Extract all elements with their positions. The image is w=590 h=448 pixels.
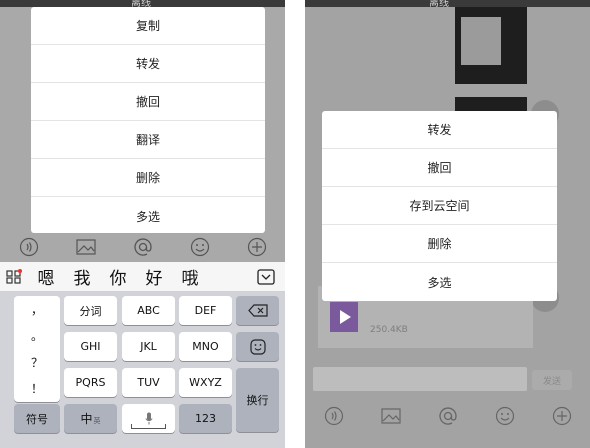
file-size: 250.4KB (370, 325, 408, 335)
menu-translate[interactable]: 翻译 (31, 121, 265, 159)
key-wxyz[interactable]: WXYZ (179, 368, 232, 397)
menu-recall[interactable]: 撤回 (322, 149, 557, 187)
menu-forward[interactable]: 转发 (322, 111, 557, 149)
message-context-menu: 复制 转发 撤回 翻译 删除 多选 (31, 7, 265, 233)
key-mno[interactable]: MNO (179, 332, 232, 361)
candidate-word[interactable]: 哦 (172, 264, 208, 289)
symbol-key[interactable]: 符号 (14, 404, 60, 433)
image-message-thumbnail[interactable] (455, 97, 527, 111)
punctuation-column[interactable]: ， 。 ？ ！ (14, 296, 60, 402)
lang-main-label: 中 (80, 412, 93, 426)
chat-toolbar (305, 404, 590, 432)
key-fenci[interactable]: 分词 (64, 296, 117, 325)
menu-recall[interactable]: 撤回 (31, 83, 265, 121)
backspace-icon (247, 304, 268, 317)
status-bar: 离线 (0, 0, 285, 9)
menu-multiselect[interactable]: 多选 (31, 197, 265, 235)
thumbnail-content (461, 17, 501, 65)
video-file-icon (330, 302, 358, 332)
punct-key[interactable]: ？ (14, 349, 60, 376)
mention-icon[interactable] (438, 406, 458, 430)
key-abc[interactable]: ABC (122, 296, 175, 325)
space-bar-indicator (131, 424, 166, 429)
image-message-thumbnail[interactable] (455, 7, 527, 84)
candidate-word[interactable]: 我 (64, 264, 100, 289)
key-pqrs[interactable]: PQRS (64, 368, 117, 397)
image-icon[interactable] (380, 408, 401, 428)
numeric-key[interactable]: 123 (179, 404, 232, 433)
enter-key[interactable]: 换行 (236, 368, 279, 432)
file-context-menu: 转发 撤回 存到云空间 删除 多选 (322, 111, 557, 301)
menu-delete[interactable]: 删除 (322, 225, 557, 263)
punct-key[interactable]: 。 (14, 323, 60, 350)
left-phone-screen: 离线 复制 转发 撤回 翻译 删除 多选 嗯 我 你 好 哦 ， 。 ？ ！ 分… (0, 0, 285, 448)
space-key[interactable] (122, 404, 175, 433)
punct-key[interactable]: ！ (14, 376, 60, 403)
key-jkl[interactable]: JKL (122, 332, 175, 361)
candidate-bar: 嗯 我 你 好 哦 (0, 262, 285, 292)
candidate-word[interactable]: 好 (136, 264, 172, 289)
emoji-icon[interactable] (495, 406, 515, 430)
add-icon[interactable] (552, 406, 572, 430)
emoji-icon (249, 338, 266, 355)
key-def[interactable]: DEF (179, 296, 232, 325)
language-switch-key[interactable]: 中英 (64, 404, 117, 433)
backspace-key[interactable] (236, 296, 279, 325)
menu-delete[interactable]: 删除 (31, 159, 265, 197)
candidate-word[interactable]: 嗯 (28, 264, 64, 289)
chat-toolbar (0, 233, 285, 261)
key-tuv[interactable]: TUV (122, 368, 175, 397)
menu-copy[interactable]: 复制 (31, 7, 265, 45)
keyboard: ， 。 ？ ！ 分词 ABC DEF GHI JKL MNO PQRS TUV … (0, 292, 285, 448)
emoji-icon[interactable] (190, 237, 210, 257)
chat-status-title: 离线 (429, 0, 449, 9)
key-ghi[interactable]: GHI (64, 332, 117, 361)
menu-forward[interactable]: 转发 (31, 45, 265, 83)
menu-multiselect[interactable]: 多选 (322, 263, 557, 301)
status-bar: 离线 (305, 0, 590, 9)
divider (285, 0, 305, 448)
voice-icon[interactable] (19, 237, 39, 257)
hide-keyboard-icon[interactable] (257, 269, 275, 289)
menu-save-to-cloud[interactable]: 存到云空间 (322, 187, 557, 225)
emoji-key[interactable] (236, 332, 279, 361)
candidate-word[interactable]: 你 (100, 264, 136, 289)
send-button[interactable]: 发送 (532, 370, 572, 390)
message-input[interactable] (313, 367, 527, 391)
add-icon[interactable] (247, 237, 267, 257)
image-icon[interactable] (75, 237, 96, 257)
mention-icon[interactable] (133, 237, 153, 257)
input-method-menu-icon[interactable] (0, 262, 28, 292)
punct-key[interactable]: ， (14, 296, 60, 323)
voice-icon[interactable] (324, 406, 344, 430)
lang-sub-label: 英 (93, 417, 101, 425)
